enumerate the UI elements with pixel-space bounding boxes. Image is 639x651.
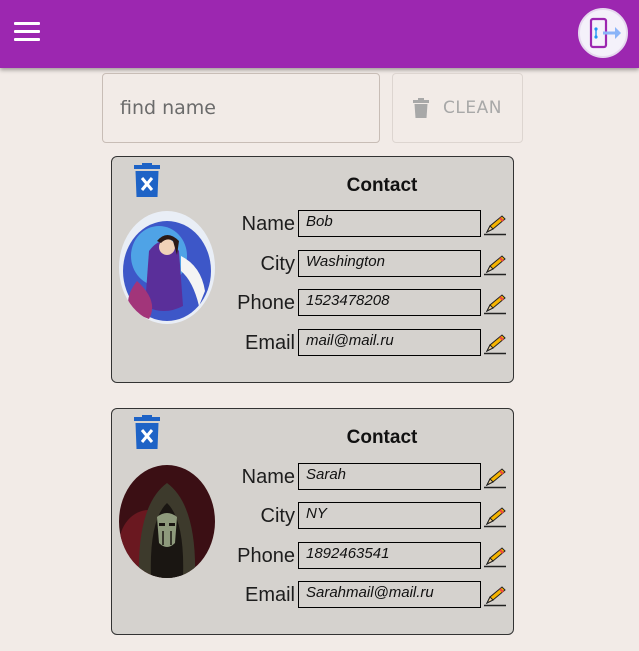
clean-button-label: CLEAN	[443, 98, 502, 118]
field-row-email: Email mail@mail.ru	[112, 329, 515, 359]
field-value: 1892463541	[298, 542, 481, 569]
field-row-name: Name Sarah	[112, 463, 515, 493]
logout-button[interactable]	[578, 8, 628, 58]
field-value: NY	[298, 502, 481, 529]
field-value: Bob	[298, 210, 481, 237]
app-bar	[0, 0, 639, 68]
search-input[interactable]	[102, 73, 380, 143]
edit-pencil-icon[interactable]	[483, 585, 507, 607]
clean-button[interactable]: CLEAN	[392, 73, 523, 143]
field-row-name: Name Bob	[112, 210, 515, 240]
contact-card: Contact Name Bob City Washington Phone 1…	[111, 156, 514, 383]
field-row-phone: Phone 1523478208	[112, 289, 515, 319]
field-row-city: City NY	[112, 502, 515, 532]
field-row-city: City Washington	[112, 250, 515, 280]
field-value: Washington	[298, 250, 481, 277]
edit-pencil-icon[interactable]	[483, 333, 507, 355]
field-label: Phone	[237, 545, 295, 567]
hamburger-menu-icon[interactable]	[14, 22, 40, 44]
edit-pencil-icon[interactable]	[483, 293, 507, 315]
field-label: Phone	[237, 292, 295, 314]
delete-contact-icon[interactable]	[134, 415, 160, 449]
edit-pencil-icon[interactable]	[483, 467, 507, 489]
field-label: Name	[241, 466, 295, 488]
trash-icon	[413, 98, 430, 118]
field-value: Sarahmail@mail.ru	[298, 581, 481, 608]
contact-title: Contact	[346, 175, 418, 196]
contact-card: Contact Name Sarah City NY Phone 1892463…	[111, 408, 514, 635]
field-value: mail@mail.ru	[298, 329, 481, 356]
field-row-email: Email Sarahmail@mail.ru	[112, 581, 515, 611]
edit-pencil-icon[interactable]	[483, 254, 507, 276]
field-value: 1523478208	[298, 289, 481, 316]
edit-pencil-icon[interactable]	[483, 506, 507, 528]
field-label: Name	[241, 213, 295, 235]
delete-contact-icon[interactable]	[134, 163, 160, 197]
contact-title: Contact	[346, 427, 418, 448]
edit-pencil-icon[interactable]	[483, 214, 507, 236]
field-value: Sarah	[298, 463, 481, 490]
logout-door-icon	[589, 17, 621, 49]
field-label: Email	[244, 584, 295, 606]
edit-pencil-icon[interactable]	[483, 546, 507, 568]
field-label: Email	[244, 332, 295, 354]
field-label: City	[260, 253, 295, 275]
field-row-phone: Phone 1892463541	[112, 542, 515, 572]
field-label: City	[260, 505, 295, 527]
